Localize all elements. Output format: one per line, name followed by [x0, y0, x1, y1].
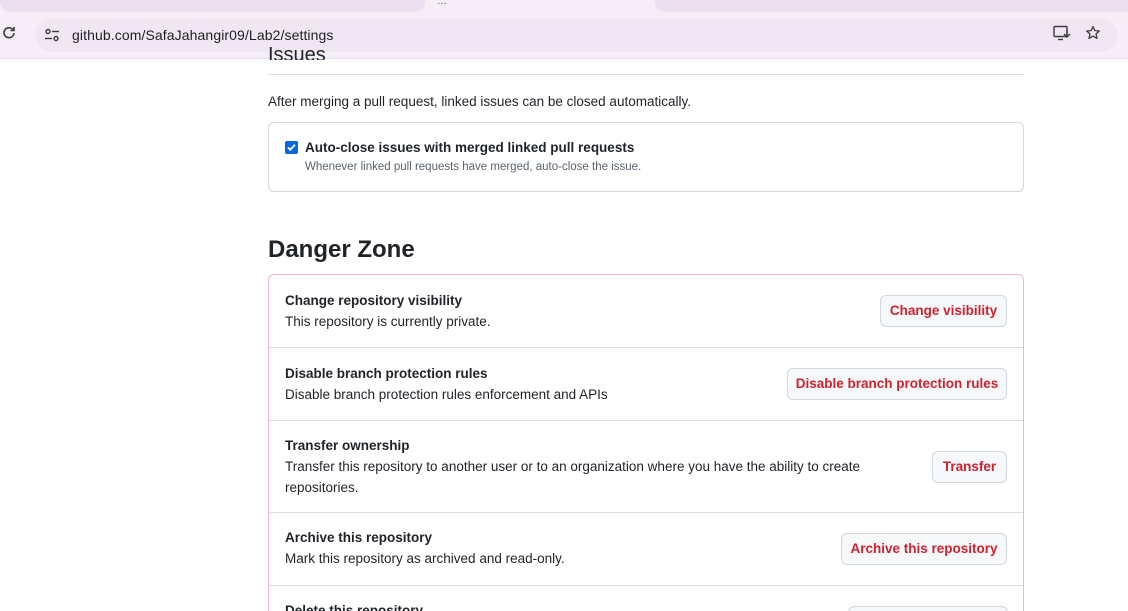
autoclose-label[interactable]: Auto-close issues with merged linked pul…	[305, 140, 634, 155]
change-visibility-button[interactable]: Change visibility	[880, 295, 1007, 327]
danger-row-transfer: Transfer ownership Transfer this reposit…	[269, 421, 1023, 513]
row-title: Transfer ownership	[285, 438, 410, 453]
danger-zone-title: Danger Zone	[268, 236, 415, 263]
danger-zone-box: Change repository visibility This reposi…	[268, 274, 1024, 611]
browser-tab[interactable]	[0, 0, 425, 12]
bookmark-star-icon[interactable]	[1082, 25, 1104, 47]
site-settings-icon[interactable]	[44, 27, 62, 44]
heading-divider	[268, 74, 1024, 75]
autoclose-note: Whenever linked pull requests have merge…	[305, 161, 642, 173]
disable-branch-protection-button[interactable]: Disable branch protection rules	[787, 368, 1007, 400]
row-description: Disable branch protection rules enforcem…	[285, 387, 608, 402]
checkmark-icon	[287, 144, 296, 152]
row-title: Delete this repository	[285, 603, 424, 611]
issues-heading: Issues	[268, 44, 326, 60]
danger-row-visibility: Change repository visibility This reposi…	[269, 275, 1023, 348]
url-text[interactable]: github.com/SafaJahangir09/Lab2/settings	[72, 27, 334, 43]
issues-description: After merging a pull request, linked iss…	[268, 94, 691, 109]
transfer-button[interactable]: Transfer	[932, 451, 1007, 483]
row-description: Mark this repository as archived and rea…	[285, 551, 565, 566]
delete-repository-button[interactable]	[848, 606, 1008, 611]
danger-row-archive: Archive this repository Mark this reposi…	[269, 513, 1023, 586]
autoclose-box: Auto-close issues with merged linked pul…	[268, 122, 1024, 192]
row-title: Disable branch protection rules	[285, 366, 488, 381]
address-bar[interactable]: github.com/SafaJahangir09/Lab2/settings	[35, 19, 1118, 52]
tab-strip: …	[0, 0, 1128, 13]
row-description: Transfer this repository to another user…	[285, 459, 861, 495]
archive-repository-button[interactable]: Archive this repository	[841, 533, 1007, 565]
danger-row-delete: Delete this repository	[269, 586, 1023, 611]
row-description: This repository is currently private.	[285, 314, 491, 329]
autoclose-checkbox[interactable]	[285, 141, 298, 154]
danger-row-branch-protection: Disable branch protection rules Disable …	[269, 348, 1023, 421]
browser-toolbar: … github.com/SafaJahangir09/Lab2/setting…	[0, 0, 1128, 59]
row-title: Change repository visibility	[285, 293, 463, 308]
install-app-icon[interactable]	[1051, 25, 1073, 47]
tab-title-fragment: …	[437, 0, 447, 7]
browser-tab[interactable]	[655, 0, 1128, 12]
reload-icon[interactable]	[2, 25, 20, 45]
row-title: Archive this repository	[285, 530, 433, 545]
